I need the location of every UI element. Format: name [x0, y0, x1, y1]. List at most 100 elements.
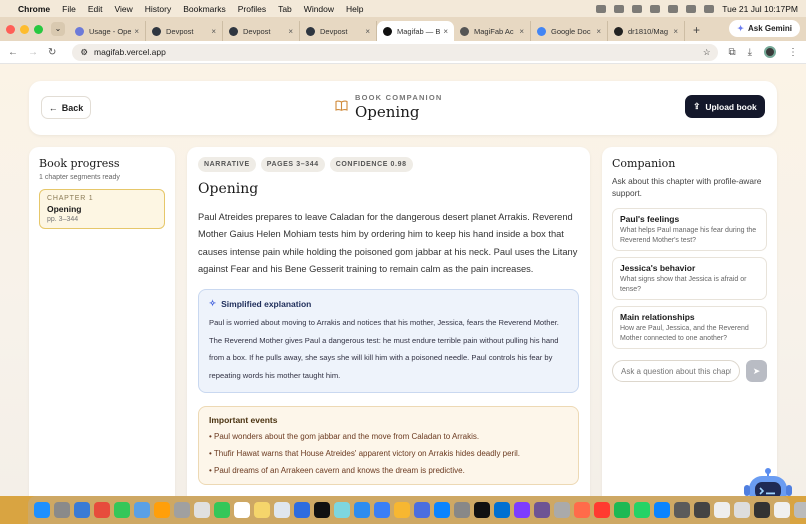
minimize-window-button[interactable] [20, 24, 29, 34]
menu-clock[interactable]: Tue 21 Jul 10:17PM [722, 4, 798, 14]
close-tab-icon[interactable]: × [211, 27, 216, 36]
status-icon[interactable] [596, 4, 607, 13]
tab-search-button[interactable]: ⌄ [51, 22, 65, 36]
dock-app-icon[interactable] [254, 502, 270, 518]
dock-app-icon[interactable] [294, 502, 310, 518]
status-icon[interactable] [614, 4, 625, 13]
battery-icon[interactable] [668, 4, 679, 13]
dock-app-icon[interactable] [634, 502, 650, 518]
back-button[interactable]: ← Back [41, 96, 91, 119]
search-icon[interactable] [686, 4, 697, 13]
dock-app-icon[interactable] [454, 502, 470, 518]
suggestion-body: How are Paul, Jessica, and the Reverend … [620, 325, 749, 342]
dock-app-icon[interactable] [734, 502, 750, 518]
send-button[interactable]: ➤ [746, 360, 767, 382]
wifi-icon[interactable] [650, 4, 661, 13]
dock-app-icon[interactable] [694, 502, 710, 518]
profile-avatar[interactable] [764, 46, 776, 58]
upload-book-button[interactable]: ⇪ Upload book [685, 95, 765, 118]
dock-app-icon[interactable] [334, 502, 350, 518]
dock-app-icon[interactable] [114, 502, 130, 518]
send-icon: ➤ [752, 365, 761, 376]
dock-app-icon[interactable] [434, 502, 450, 518]
back-nav-icon[interactable]: ← [8, 47, 18, 58]
menu-edit[interactable]: Edit [88, 4, 103, 14]
close-tab-icon[interactable]: × [519, 27, 524, 36]
dock-app-icon[interactable] [534, 502, 550, 518]
dock-app-icon[interactable] [94, 502, 110, 518]
dock-app-icon[interactable] [614, 502, 630, 518]
dock-app-icon[interactable] [554, 502, 570, 518]
dock-app-icon[interactable] [194, 502, 210, 518]
menu-history[interactable]: History [145, 4, 171, 14]
menu-bookmarks[interactable]: Bookmarks [183, 4, 226, 14]
dock-app-icon[interactable] [774, 502, 790, 518]
menu-window[interactable]: Window [304, 4, 334, 14]
forward-nav-icon[interactable]: → [28, 47, 38, 58]
dock-app-icon[interactable] [214, 502, 230, 518]
browser-tab[interactable]: dr1810/Mag × [608, 21, 685, 41]
robot-mascot-icon[interactable] [744, 466, 792, 496]
browser-tab[interactable]: Usage - Ope × [69, 21, 146, 41]
address-bar[interactable]: ⚙ magifab.vercel.app ☆ [72, 43, 719, 61]
reload-icon[interactable]: ↻ [48, 47, 56, 58]
menu-profiles[interactable]: Profiles [238, 4, 266, 14]
browser-tab[interactable]: Devpost × [146, 21, 223, 41]
browser-tab[interactable]: Devpost × [300, 21, 377, 41]
suggestion-card[interactable]: Paul's feelings What helps Paul manage h… [612, 208, 767, 251]
dock-app-icon[interactable] [654, 502, 670, 518]
close-tab-icon[interactable]: × [288, 27, 293, 36]
status-icon[interactable] [632, 4, 643, 13]
menu-tab[interactable]: Tab [278, 4, 292, 14]
dock-app-icon[interactable] [74, 502, 90, 518]
dock-app-icon[interactable] [54, 502, 70, 518]
dock-app-icon[interactable] [414, 502, 430, 518]
suggestion-card[interactable]: Main relationships How are Paul, Jessica… [612, 306, 767, 349]
browser-tab[interactable]: Devpost × [223, 21, 300, 41]
dock-app-icon[interactable] [754, 502, 770, 518]
browser-tab[interactable]: Magifab — B × [377, 21, 454, 41]
dock-app-icon[interactable] [174, 502, 190, 518]
dock-app-icon[interactable] [374, 502, 390, 518]
menu-view[interactable]: View [114, 4, 132, 14]
downloads-icon[interactable]: ⤓ [748, 47, 752, 58]
chapter-card[interactable]: CHAPTER 1 Opening pp. 3–344 [39, 189, 165, 229]
question-input[interactable] [612, 360, 740, 382]
dock-app-icon[interactable] [34, 502, 50, 518]
close-tab-icon[interactable]: × [365, 27, 370, 36]
ask-gemini-button[interactable]: ✦ Ask Gemini [729, 20, 800, 37]
dock-app-icon[interactable] [474, 502, 490, 518]
dock-app-icon[interactable] [674, 502, 690, 518]
dock-app-icon[interactable] [594, 502, 610, 518]
dock-app-icon[interactable] [574, 502, 590, 518]
menu-help[interactable]: Help [346, 4, 363, 14]
dock-app-icon[interactable] [494, 502, 510, 518]
close-tab-icon[interactable]: × [673, 27, 678, 36]
dock-app-icon[interactable] [714, 502, 730, 518]
close-window-button[interactable] [6, 24, 15, 34]
chrome-menu-icon[interactable]: ⋮ [788, 47, 798, 58]
dock-app-icon[interactable] [154, 502, 170, 518]
close-tab-icon[interactable]: × [134, 27, 139, 36]
control-center-icon[interactable] [704, 4, 715, 13]
site-info-icon[interactable]: ⚙ [80, 47, 88, 58]
extensions-icon[interactable]: ⧉ [728, 47, 735, 58]
close-tab-icon[interactable]: × [443, 27, 448, 36]
new-tab-button[interactable]: + [693, 23, 700, 37]
zoom-window-button[interactable] [34, 24, 43, 34]
dock-app-icon[interactable] [234, 502, 250, 518]
close-tab-icon[interactable]: × [596, 27, 601, 36]
browser-tab[interactable]: Google Doc × [531, 21, 608, 41]
dock-app-icon[interactable] [354, 502, 370, 518]
menu-app-name[interactable]: Chrome [18, 4, 50, 14]
menu-file[interactable]: File [62, 4, 76, 14]
dock-app-icon[interactable] [394, 502, 410, 518]
suggestion-card[interactable]: Jessica's behavior What signs show that … [612, 257, 767, 300]
dock-app-icon[interactable] [514, 502, 530, 518]
dock-app-icon[interactable] [794, 502, 806, 518]
browser-tab[interactable]: MagiFab Ac × [454, 21, 531, 41]
dock-app-icon[interactable] [134, 502, 150, 518]
dock-app-icon[interactable] [314, 502, 330, 518]
bookmark-star-icon[interactable]: ☆ [703, 47, 711, 58]
dock-app-icon[interactable] [274, 502, 290, 518]
